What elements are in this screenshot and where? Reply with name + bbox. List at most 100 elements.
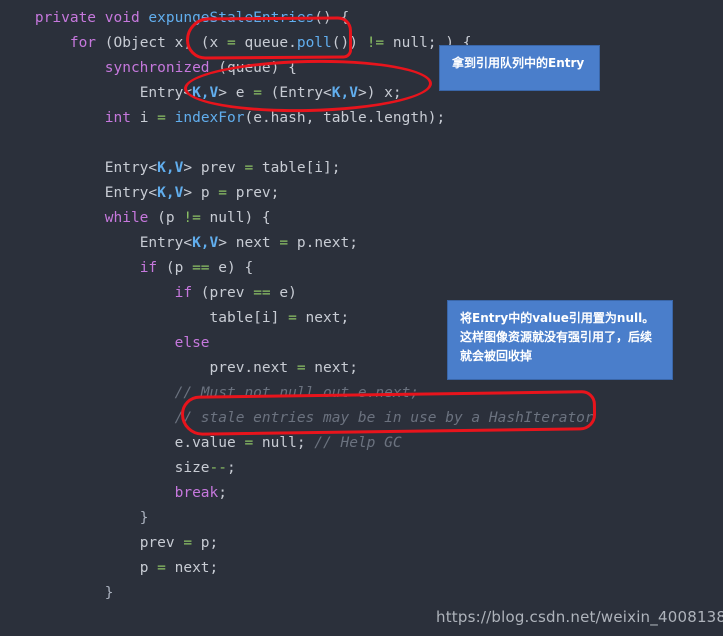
code-token: = bbox=[279, 235, 289, 251]
code-token: if bbox=[139, 260, 158, 276]
code-token: Entry< bbox=[139, 85, 193, 101]
code-token: prev bbox=[139, 535, 184, 551]
code-token: = bbox=[253, 85, 262, 101]
code-token: next; bbox=[165, 560, 219, 576]
code-token: size bbox=[174, 460, 210, 476]
code-token: // Help GC bbox=[314, 435, 402, 451]
code-line: for (Object x; (x = queue.poll()) != nul… bbox=[0, 31, 723, 56]
code-line: } bbox=[0, 506, 723, 531]
code-line: prev = p; bbox=[0, 531, 723, 556]
code-token: p bbox=[139, 560, 158, 576]
code-line: p = next; bbox=[0, 556, 723, 581]
code-token: if bbox=[174, 285, 193, 301]
code-token: = bbox=[157, 110, 166, 126]
code-token: break bbox=[174, 485, 219, 501]
code-token: = bbox=[244, 160, 254, 176]
code-token: == bbox=[253, 285, 271, 301]
code-token: expungeStaleEntries bbox=[148, 10, 315, 26]
code-token: = bbox=[227, 35, 236, 51]
code-token: p; bbox=[192, 535, 219, 551]
code-token: // stale entries may be in use by a Hash… bbox=[174, 410, 594, 426]
code-token: == bbox=[192, 260, 210, 276]
code-token: Entry< bbox=[139, 235, 193, 251]
code-line: Entry<K,V> e = (Entry<K,V>) x; bbox=[0, 81, 723, 106]
code-token: queue. bbox=[235, 35, 297, 51]
code-token: table[i] bbox=[209, 310, 289, 326]
code-token: } bbox=[139, 510, 149, 526]
code-token: (e.hash, table.length); bbox=[244, 110, 446, 126]
code-token: else bbox=[174, 335, 210, 351]
code-line: Entry<K,V> p = prev; bbox=[0, 181, 723, 206]
code-token: (p bbox=[148, 210, 184, 226]
code-token: Entry< bbox=[104, 185, 158, 201]
code-token: } bbox=[104, 585, 114, 601]
code-token: (Object x; (x bbox=[96, 35, 227, 51]
code-token: = bbox=[296, 360, 306, 376]
code-line: if (p == e) { bbox=[0, 256, 723, 281]
code-line: // Must not null out e.next; bbox=[0, 381, 723, 406]
code-token: K,V bbox=[157, 185, 184, 201]
code-token: = bbox=[288, 310, 297, 326]
code-token: Entry< bbox=[104, 160, 158, 176]
code-token: private bbox=[34, 10, 97, 26]
code-token: >) x; bbox=[357, 85, 402, 101]
code-token: > prev bbox=[183, 160, 245, 176]
code-token: = bbox=[183, 535, 193, 551]
code-token: int bbox=[104, 110, 131, 126]
code-token: e.value bbox=[174, 435, 245, 451]
code-token: while bbox=[104, 210, 149, 226]
code-token: e) bbox=[270, 285, 297, 301]
code-token: e) { bbox=[209, 260, 254, 276]
code-token: = bbox=[244, 435, 254, 451]
code-token: -- bbox=[209, 460, 227, 476]
code-token: = bbox=[157, 560, 166, 576]
code-token: void bbox=[104, 10, 140, 26]
code-line: size--; bbox=[0, 456, 723, 481]
code-token: next; bbox=[296, 310, 350, 326]
code-line: synchronized (queue) { bbox=[0, 56, 723, 81]
code-line: Entry<K,V> next = p.next; bbox=[0, 231, 723, 256]
code-line: Entry<K,V> prev = table[i]; bbox=[0, 156, 723, 181]
code-token: != bbox=[366, 35, 385, 51]
code-line: private void expungeStaleEntries() { bbox=[0, 6, 723, 31]
code-token: i bbox=[130, 110, 158, 126]
code-token: // Must not null out e.next; bbox=[174, 385, 420, 401]
code-token: K,V bbox=[192, 85, 219, 101]
code-token: for bbox=[69, 35, 97, 51]
code-token: prev.next bbox=[209, 360, 297, 376]
code-line: int i = indexFor(e.hash, table.length); bbox=[0, 106, 723, 131]
code-line: } bbox=[0, 631, 723, 636]
code-token: (p bbox=[157, 260, 193, 276]
code-token: poll bbox=[296, 35, 332, 51]
code-token: p.next; bbox=[288, 235, 358, 251]
code-token: synchronized bbox=[104, 60, 210, 76]
callout-box-1: 拿到引用队列中的Entry bbox=[439, 45, 600, 91]
code-token: > e bbox=[218, 85, 254, 101]
code-token: ; bbox=[218, 485, 227, 501]
code-token: K,V bbox=[331, 85, 358, 101]
code-token: ()) bbox=[331, 35, 367, 51]
code-token: null; bbox=[253, 435, 315, 451]
code-token: > next bbox=[218, 235, 280, 251]
code-token: != bbox=[183, 210, 201, 226]
code-line: while (p != null) { bbox=[0, 206, 723, 231]
code-token: () { bbox=[314, 10, 350, 26]
code-token: prev; bbox=[227, 185, 280, 201]
code-line: } bbox=[0, 581, 723, 606]
code-token: null) { bbox=[200, 210, 271, 226]
watermark-url: https://blog.csdn.net/weixin_40081388 bbox=[436, 608, 723, 626]
code-screenshot: private void expungeStaleEntries() { for… bbox=[0, 0, 723, 636]
code-token: K,V bbox=[157, 160, 184, 176]
code-line: // stale entries may be in use by a Hash… bbox=[0, 406, 723, 431]
code-token: ; bbox=[227, 460, 236, 476]
code-line: e.value = null; // Help GC bbox=[0, 431, 723, 456]
code-token: (Entry< bbox=[261, 85, 332, 101]
code-token: = bbox=[218, 185, 228, 201]
code-line: break; bbox=[0, 481, 723, 506]
callout-box-2: 将Entry中的value引用置为null。这样图像资源就没有强引用了，后续就会… bbox=[447, 300, 673, 380]
code-token: next; bbox=[305, 360, 358, 376]
code-token: (queue) { bbox=[209, 60, 297, 76]
